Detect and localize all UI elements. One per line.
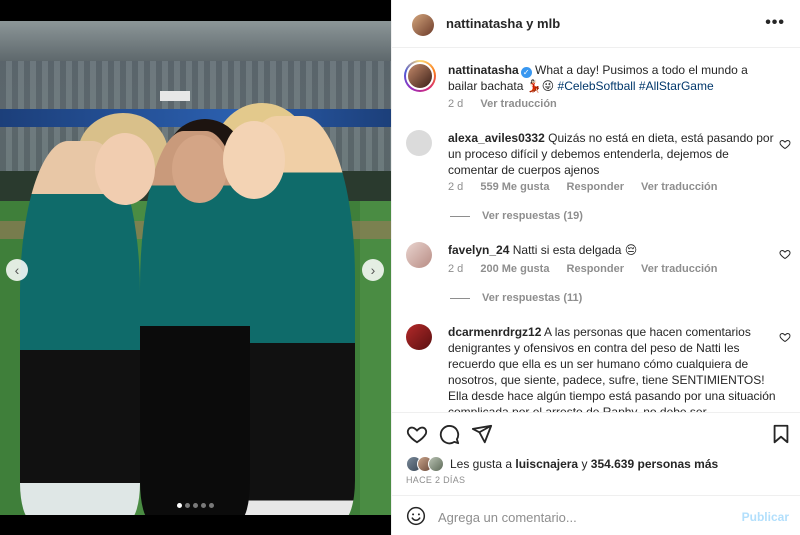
comment-age: 2 d: [448, 263, 464, 275]
view-replies-label: Ver respuestas (19): [482, 210, 583, 222]
person-left-face: [95, 133, 155, 205]
likes-text: Les gusta a luiscnajera y 354.639 person…: [450, 457, 718, 471]
person-middle-face: [172, 135, 227, 203]
likes-joiner: y: [581, 457, 588, 471]
caption-username[interactable]: nattinatasha: [448, 63, 519, 77]
comment-avatar[interactable]: [406, 130, 432, 156]
post-comment-button[interactable]: Publicar: [742, 510, 789, 524]
carousel-dot[interactable]: [201, 503, 206, 508]
post-header: nattinatasha y mlb •••: [392, 0, 800, 48]
comment-text-block: favelyn_24 Natti si esta delgada 😔: [448, 242, 778, 258]
chevron-right-icon: ›: [370, 262, 376, 278]
replies-divider-line: [450, 215, 470, 217]
comment-username[interactable]: favelyn_24: [448, 243, 509, 257]
comment-meta: 2 d 200 Me gusta Responder Ver traducció…: [448, 263, 731, 275]
comment-translate-link[interactable]: Ver traducción: [641, 263, 717, 275]
view-replies-label: Ver respuestas (11): [482, 292, 583, 304]
comment-username[interactable]: dcarmenrdrgz12: [448, 325, 541, 339]
caption-text-block: nattinatasha ✓ What a day! Pusimos a todo…: [448, 62, 778, 94]
caption-avatar[interactable]: [406, 62, 434, 90]
comment-text-block: alexa_aviles0332 Quizás no está en dieta…: [448, 130, 778, 178]
comment-reply-link[interactable]: Responder: [567, 263, 624, 275]
view-replies-link[interactable]: Ver respuestas (11): [450, 292, 582, 304]
caption-translate-link[interactable]: Ver traducción: [480, 98, 556, 110]
carousel-dots: [0, 497, 391, 511]
carousel-dot[interactable]: [185, 503, 190, 508]
comment-text: Natti si esta delgada 😔: [512, 243, 638, 257]
post-timestamp[interactable]: HACE 2 DÍAS: [406, 475, 465, 485]
post-photo[interactable]: [0, 21, 391, 515]
post-side-panel: nattinatasha y mlb ••• nattinatasha ✓ Wha…: [391, 0, 800, 535]
comment-input[interactable]: [438, 508, 738, 526]
more-horizontal-icon[interactable]: •••: [765, 14, 785, 32]
likes-prefix: Les gusta a: [450, 457, 513, 471]
comment-meta: 2 d 559 Me gusta Responder Ver traducció…: [448, 181, 731, 193]
like-comment-heart-icon[interactable]: [779, 138, 791, 150]
carousel-dot[interactable]: [209, 503, 214, 508]
comment-reply-link[interactable]: Responder: [567, 181, 624, 193]
comment-username[interactable]: alexa_aviles0332: [448, 131, 545, 145]
caption-age: 2 d: [448, 98, 464, 110]
carousel-prev-button[interactable]: ‹: [6, 259, 28, 281]
comment-age: 2 d: [448, 181, 464, 193]
post-actions-bar: [392, 412, 800, 448]
chevron-left-icon: ‹: [14, 262, 20, 278]
post-media-panel: ‹ ›: [0, 0, 391, 535]
like-comment-heart-icon[interactable]: [779, 331, 791, 343]
carousel-dot[interactable]: [177, 503, 182, 508]
comment-avatar[interactable]: [406, 242, 432, 268]
add-comment-bar: Publicar: [392, 495, 800, 535]
liker-avatar: [428, 456, 444, 472]
bookmark-save-icon[interactable]: [770, 423, 792, 445]
carousel-next-button[interactable]: ›: [362, 259, 384, 281]
header-title[interactable]: nattinatasha y mlb: [446, 16, 560, 31]
comment-avatar[interactable]: [406, 324, 432, 350]
caption-meta: 2 d Ver traducción: [448, 98, 571, 110]
verified-badge-icon: ✓: [520, 67, 532, 78]
stadium-roof: [0, 21, 391, 61]
comments-list[interactable]: nattinatasha ✓ What a day! Pusimos a todo…: [392, 48, 800, 412]
likes-count-link[interactable]: 354.639 personas más: [591, 457, 718, 471]
scoreboard-sign: [160, 91, 190, 101]
comment-likes-count[interactable]: 200 Me gusta: [480, 263, 549, 275]
comment-bubble-icon[interactable]: [438, 423, 460, 445]
hashtag-celebsoftball[interactable]: #CelebSoftball: [558, 79, 636, 93]
carousel-dot[interactable]: [193, 503, 198, 508]
replies-divider-line: [450, 297, 470, 299]
hashtag-allstargame[interactable]: #AllStarGame: [639, 79, 714, 93]
comment-translate-link[interactable]: Ver traducción: [641, 181, 717, 193]
comment-text-block: dcarmenrdrgz12 A las personas que hacen …: [448, 324, 778, 412]
like-comment-heart-icon[interactable]: [779, 248, 791, 260]
like-heart-icon[interactable]: [406, 423, 428, 445]
emoji-smiley-icon[interactable]: [406, 506, 426, 526]
header-avatar[interactable]: [412, 14, 434, 36]
view-replies-link[interactable]: Ver respuestas (19): [450, 210, 583, 222]
person-right-face: [223, 121, 285, 199]
comment-likes-count[interactable]: 559 Me gusta: [480, 181, 549, 193]
likes-user-link[interactable]: luiscnajera: [515, 457, 578, 471]
share-send-icon[interactable]: [471, 423, 493, 445]
